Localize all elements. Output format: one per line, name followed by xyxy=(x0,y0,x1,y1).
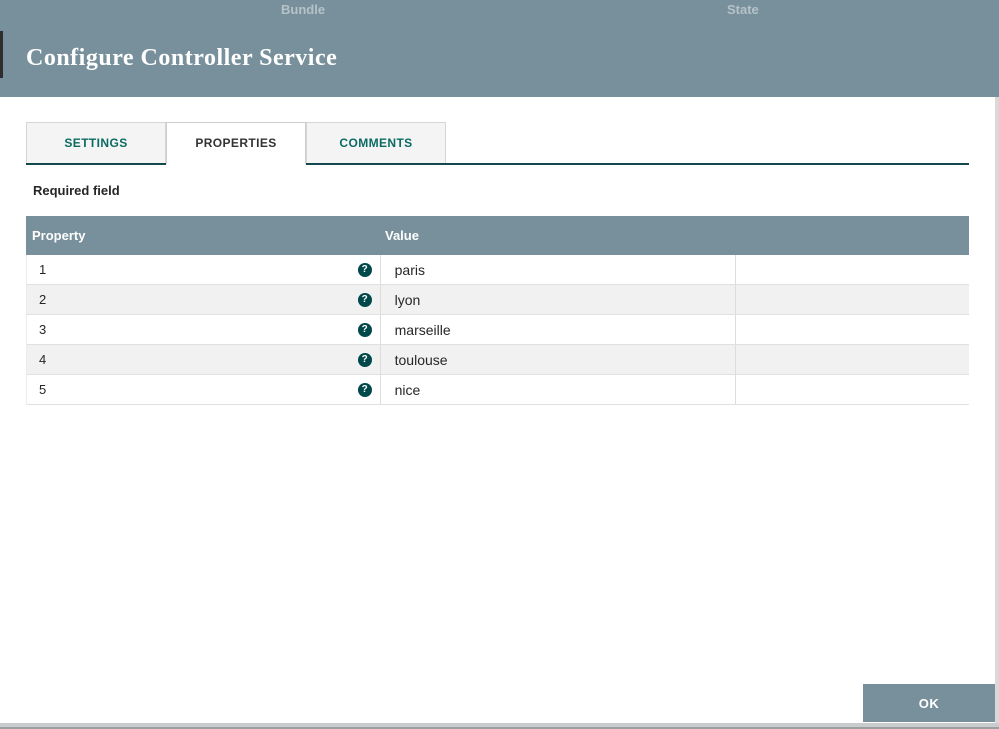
column-header-value: Value xyxy=(385,228,419,243)
dialog-title: Configure Controller Service xyxy=(26,45,338,71)
backdrop-artifact xyxy=(0,31,3,78)
table-row: 1 ? paris xyxy=(27,255,969,285)
property-value-cell[interactable]: marseille xyxy=(379,315,736,344)
backdrop-bottom-strip xyxy=(0,723,999,729)
table-body: 1 ? paris 2 ? lyon 3 ? marseille 4 ? tou… xyxy=(26,255,969,405)
tab-comments[interactable]: COMMENTS xyxy=(306,122,446,163)
property-value-cell[interactable]: nice xyxy=(379,375,736,404)
tab-settings[interactable]: SETTINGS xyxy=(26,122,166,163)
help-icon[interactable]: ? xyxy=(357,263,372,277)
state-label: State xyxy=(727,2,759,17)
property-name-cell: 1 ? xyxy=(27,255,380,284)
dialog-header: Bundle State Configure Controller Servic… xyxy=(0,0,999,97)
empty-cell xyxy=(735,375,969,404)
property-value-cell[interactable]: paris xyxy=(379,255,736,284)
property-name-cell: 4 ? xyxy=(27,345,380,374)
properties-table: Property Value 1 ? paris 2 ? lyon 3 ? ma… xyxy=(26,216,969,405)
empty-cell xyxy=(735,345,969,374)
help-icon[interactable]: ? xyxy=(357,353,372,367)
table-header-row: Property Value xyxy=(26,216,969,255)
empty-cell xyxy=(735,315,969,344)
screen: Bundle State Configure Controller Servic… xyxy=(0,0,999,729)
configure-controller-service-dialog: SETTINGS PROPERTIES COMMENTS Required fi… xyxy=(0,97,995,723)
backdrop-right-strip xyxy=(995,97,999,729)
property-name-cell: 2 ? xyxy=(27,285,380,314)
property-name-cell: 3 ? xyxy=(27,315,380,344)
bundle-label: Bundle xyxy=(281,2,326,17)
table-row: 3 ? marseille xyxy=(27,315,969,345)
required-field-label: Required field xyxy=(33,183,120,198)
column-header-property: Property xyxy=(32,228,86,243)
table-row: 4 ? toulouse xyxy=(27,345,969,375)
tab-strip: SETTINGS PROPERTIES COMMENTS xyxy=(26,122,969,165)
empty-cell xyxy=(735,255,969,284)
table-row: 2 ? lyon xyxy=(27,285,969,315)
table-row: 5 ? nice xyxy=(27,375,969,405)
help-icon[interactable]: ? xyxy=(357,323,372,337)
property-value-cell[interactable]: lyon xyxy=(379,285,736,314)
help-icon[interactable]: ? xyxy=(357,383,372,397)
empty-cell xyxy=(735,285,969,314)
property-name-cell: 5 ? xyxy=(27,375,380,404)
ok-button[interactable]: OK xyxy=(863,684,995,722)
property-value-cell[interactable]: toulouse xyxy=(379,345,736,374)
help-icon[interactable]: ? xyxy=(357,293,372,307)
tab-properties[interactable]: PROPERTIES xyxy=(166,122,306,165)
